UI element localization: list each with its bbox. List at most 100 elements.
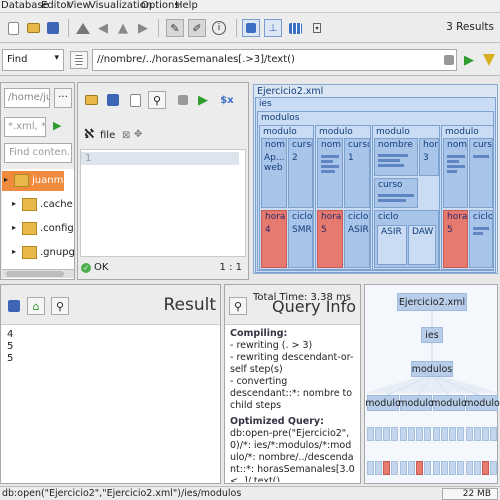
dropdown-icon[interactable]: ▾	[308, 19, 326, 37]
new-file-icon[interactable]	[126, 91, 144, 109]
path-input[interactable]: /home/jua	[4, 88, 50, 108]
map-horas[interactable]: hora... 5	[443, 210, 468, 268]
save-icon[interactable]	[5, 297, 23, 315]
brush-icon[interactable]: ✐	[188, 19, 206, 37]
map-modulo[interactable]: modulo nom... Ap... web curso 2 hora... …	[259, 125, 314, 270]
menu-help[interactable]: Help	[175, 0, 198, 11]
map-modulos[interactable]: modulos modulo nom... Ap... web curso 2 …	[257, 111, 494, 271]
query-input[interactable]: //nombre/../horasSemanales[.>3]/text()	[92, 49, 457, 71]
map-nombre[interactable]: nom...	[317, 138, 343, 208]
search-icon[interactable]: ⚲	[51, 297, 69, 315]
close-icon[interactable]: ⊠	[122, 130, 130, 141]
filter-run-icon[interactable]: ▶	[53, 119, 61, 132]
tree-node-modulos[interactable]: modulos	[411, 361, 453, 377]
tree-node-modulo[interactable]: modulo	[431, 395, 467, 411]
map-curso[interactable]: curso	[469, 138, 493, 208]
map-curso[interactable]: curso 1	[344, 138, 370, 208]
map-icon[interactable]	[242, 19, 260, 37]
map-horas-label: hora...	[265, 212, 286, 222]
tree-node-root[interactable]: Ejercicio2.xml	[397, 293, 467, 311]
code-editor[interactable]: 1	[80, 149, 246, 257]
map-curso[interactable]: curso 2	[288, 138, 313, 208]
add-tab-icon[interactable]: ✥	[134, 129, 142, 140]
menu-options[interactable]: Options	[141, 0, 180, 11]
draw-icon[interactable]: ✎	[166, 19, 184, 37]
tree-node-modulo[interactable]: modulo	[365, 395, 401, 411]
map-horas[interactable]: hora... 5	[317, 210, 343, 268]
map-ciclo[interactable]: ciclo ASIR	[344, 210, 370, 268]
tree-node-modulo[interactable]: modulo	[398, 395, 434, 411]
map-modulo[interactable]: modulo nom... curso 1 hora... 5 ciclo AS…	[315, 125, 371, 270]
map-horas-value: 5	[447, 225, 453, 235]
map-nombre-label: nom...	[265, 140, 286, 150]
search-icon[interactable]: ⚲	[229, 297, 247, 315]
save-icon[interactable]	[104, 91, 122, 109]
save-icon[interactable]	[44, 19, 62, 37]
browse-button[interactable]: …	[54, 88, 72, 108]
status-text: OK	[94, 262, 109, 273]
map-nombre[interactable]: nom...	[443, 138, 468, 208]
open-folder-icon[interactable]	[82, 91, 100, 109]
map-ciclo[interactable]: ciclo SMR	[288, 210, 313, 268]
home-icon[interactable]: ⌂	[27, 297, 45, 315]
map-modulo-label: modulo	[376, 127, 410, 137]
filter-icon[interactable]	[480, 51, 498, 69]
map-ciclo-item[interactable]: DAW	[408, 225, 436, 265]
map-modulo-label: modulo	[263, 127, 297, 137]
compiling-heading: Compiling:	[230, 328, 288, 339]
table-icon[interactable]	[286, 19, 304, 37]
open-folder-icon[interactable]	[24, 19, 42, 37]
file-tree-item[interactable]: ▸ .gnupg	[2, 243, 75, 263]
map-curso-value: 2	[292, 153, 298, 163]
new-database-icon[interactable]	[4, 19, 22, 37]
map-ciclo-item[interactable]: ASIR	[377, 225, 407, 265]
file-tree-item[interactable]: ▸ juanma	[2, 171, 69, 191]
map-modulo-label: modulo	[319, 127, 353, 137]
tree-view: Ejercicio2.xml ies modulos modulo modulo…	[364, 284, 500, 484]
info-icon[interactable]: i	[210, 19, 228, 37]
map-curso[interactable]: curso	[374, 178, 418, 208]
forward-icon[interactable]: ▶	[134, 19, 152, 37]
run-icon[interactable]: ▶	[194, 91, 212, 109]
compiling-step: - rewriting (. > 3)	[230, 340, 313, 351]
run-icon[interactable]: ▶	[460, 51, 478, 69]
map-ies[interactable]: ies modulos modulo nom... Ap... web curs…	[255, 97, 496, 273]
stop-icon[interactable]	[174, 91, 192, 109]
map-curso-label: curso	[378, 180, 403, 190]
map-ciclo[interactable]: ciclo	[469, 210, 493, 268]
filter-input[interactable]: *.xml, *.xq*	[4, 117, 46, 137]
variable-button[interactable]: $x	[218, 91, 236, 109]
map-hor[interactable]: hor... 3	[419, 138, 439, 176]
horizontal-scrollbar[interactable]	[2, 269, 74, 278]
map-modulo[interactable]: modulo nom... curso hora... 5 ciclo	[441, 125, 493, 270]
tree-icon[interactable]: ⊥	[264, 19, 282, 37]
file-tree-item[interactable]: ▸ .config	[2, 219, 74, 239]
tree-leaf-row	[367, 461, 498, 475]
back-icon[interactable]: ◀	[94, 19, 112, 37]
editor-panel: ⚲ ▶ $x ℵ file ⊠ ✥ 1 ✓ OK 1 : 1	[77, 82, 249, 280]
file-tree-label: .gnupg	[40, 247, 75, 258]
map-modulo[interactable]: modulo nombre hor... 3 curso ciclo ASIR	[372, 125, 440, 270]
line-number: 1	[85, 153, 92, 164]
menu-view[interactable]: View	[67, 0, 91, 11]
memory-indicator[interactable]: 22 MB	[442, 488, 498, 500]
file-tree-item[interactable]: ▸ .cache	[2, 195, 73, 215]
search-icon[interactable]: ⚲	[148, 91, 166, 109]
map-nombre[interactable]: nombre	[374, 138, 418, 176]
xquery-file-icon: ℵ	[84, 127, 95, 142]
map-nombre[interactable]: nom... Ap... web	[261, 138, 287, 208]
content-search-input[interactable]: Find conten...	[4, 143, 72, 163]
optimized-query: db:open-pre("Ejercicio2",0)/*: ies/*:mod…	[230, 428, 355, 482]
map-ciclo[interactable]: ciclo ASIR DAW	[374, 210, 439, 268]
home-icon[interactable]	[74, 19, 92, 37]
tree-node-ies[interactable]: ies	[421, 327, 443, 343]
mode-select[interactable]: Find ▾	[2, 49, 64, 71]
stop-icon[interactable]	[440, 51, 458, 69]
map-horas[interactable]: hora... 4	[261, 210, 287, 268]
up-icon[interactable]: ▲	[114, 19, 132, 37]
tree-node-modulo[interactable]: modulo	[464, 395, 500, 411]
filter-placeholder: *.xml, *.xq*	[8, 121, 46, 132]
editor-tab[interactable]: ℵ file ⊠ ✥	[84, 127, 144, 145]
history-icon[interactable]	[70, 51, 88, 69]
map-hor-label: hor...	[423, 140, 438, 150]
